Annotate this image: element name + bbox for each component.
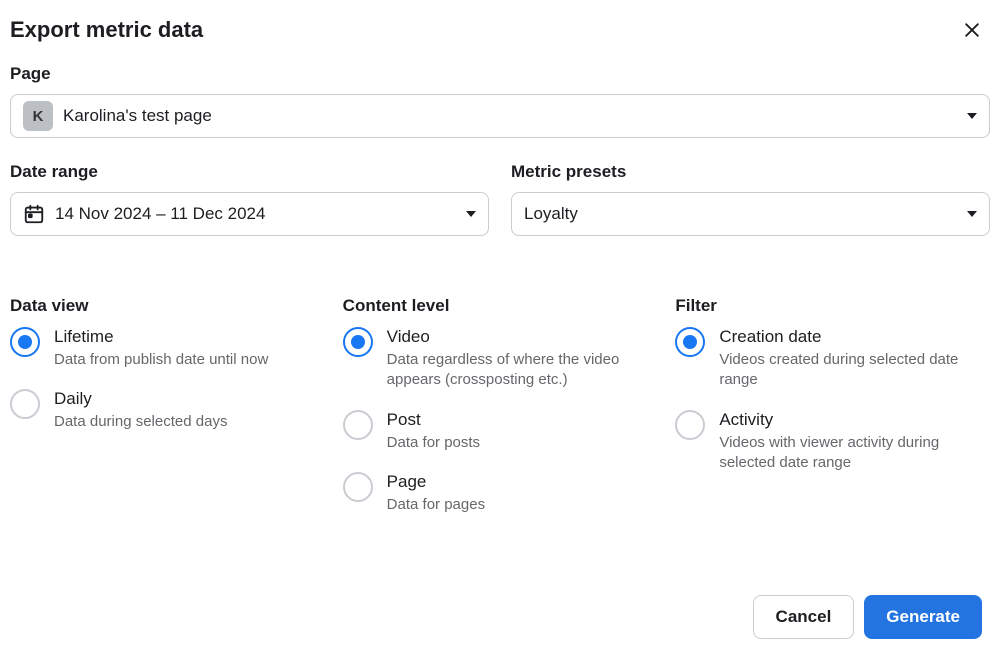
radio-indicator — [675, 410, 705, 440]
radio-desc: Data for posts — [387, 433, 480, 453]
radio-label: Daily — [54, 388, 227, 410]
radio-desc: Data from publish date until now — [54, 350, 268, 370]
radio-label: Lifetime — [54, 326, 268, 348]
metric-presets-select[interactable]: Loyalty — [511, 192, 990, 236]
chevron-down-icon — [466, 211, 476, 217]
dialog-header: Export metric data — [10, 10, 990, 64]
metric-presets-label: Metric presets — [511, 162, 990, 182]
radio-label: Creation date — [719, 326, 990, 348]
radio-desc: Videos created during selected date rang… — [719, 350, 990, 391]
data-view-group: Data view Lifetime Data from publish dat… — [10, 296, 325, 533]
radio-indicator — [10, 389, 40, 419]
radio-creation-date[interactable]: Creation date Videos created during sele… — [675, 326, 990, 391]
calendar-icon — [23, 203, 45, 225]
date-preset-row: Date range 14 Nov 2024 – 11 Dec 2024 Met… — [10, 162, 990, 260]
metric-presets-value: Loyalty — [524, 204, 959, 224]
radio-label: Activity — [719, 409, 990, 431]
date-range-field: Date range 14 Nov 2024 – 11 Dec 2024 — [10, 162, 489, 236]
radio-post[interactable]: Post Data for posts — [343, 409, 658, 453]
generate-button[interactable]: Generate — [864, 595, 982, 639]
filter-label: Filter — [675, 296, 990, 316]
radio-desc: Data regardless of where the video appea… — [387, 350, 658, 391]
page-select[interactable]: K Karolina's test page — [10, 94, 990, 138]
dialog-footer: Cancel Generate — [753, 595, 982, 639]
radio-lifetime[interactable]: Lifetime Data from publish date until no… — [10, 326, 325, 370]
radio-label: Post — [387, 409, 480, 431]
radio-desc: Data during selected days — [54, 412, 227, 432]
radio-page[interactable]: Page Data for pages — [343, 471, 658, 515]
date-range-select[interactable]: 14 Nov 2024 – 11 Dec 2024 — [10, 192, 489, 236]
radio-daily[interactable]: Daily Data during selected days — [10, 388, 325, 432]
data-view-label: Data view — [10, 296, 325, 316]
radio-indicator — [343, 472, 373, 502]
content-level-group: Content level Video Data regardless of w… — [343, 296, 658, 533]
chevron-down-icon — [967, 113, 977, 119]
radio-label: Video — [387, 326, 658, 348]
date-range-label: Date range — [10, 162, 489, 182]
options-row: Data view Lifetime Data from publish dat… — [10, 296, 990, 533]
radio-label: Page — [387, 471, 485, 493]
metric-presets-field: Metric presets Loyalty — [511, 162, 990, 236]
page-select-value: Karolina's test page — [63, 106, 959, 126]
radio-indicator — [675, 327, 705, 357]
radio-desc: Videos with viewer activity during selec… — [719, 433, 990, 474]
radio-indicator — [10, 327, 40, 357]
radio-indicator — [343, 410, 373, 440]
date-range-value: 14 Nov 2024 – 11 Dec 2024 — [55, 204, 458, 224]
radio-activity[interactable]: Activity Videos with viewer activity dur… — [675, 409, 990, 474]
content-level-label: Content level — [343, 296, 658, 316]
cancel-button[interactable]: Cancel — [753, 595, 855, 639]
dialog-title: Export metric data — [10, 17, 203, 43]
close-icon[interactable] — [958, 16, 986, 44]
radio-video[interactable]: Video Data regardless of where the video… — [343, 326, 658, 391]
radio-indicator — [343, 327, 373, 357]
page-field: Page K Karolina's test page — [10, 64, 990, 138]
avatar: K — [23, 101, 53, 131]
chevron-down-icon — [967, 211, 977, 217]
filter-group: Filter Creation date Videos created duri… — [675, 296, 990, 533]
page-label: Page — [10, 64, 990, 84]
export-metric-data-dialog: Export metric data Page K Karolina's tes… — [0, 0, 1000, 647]
radio-desc: Data for pages — [387, 495, 485, 515]
